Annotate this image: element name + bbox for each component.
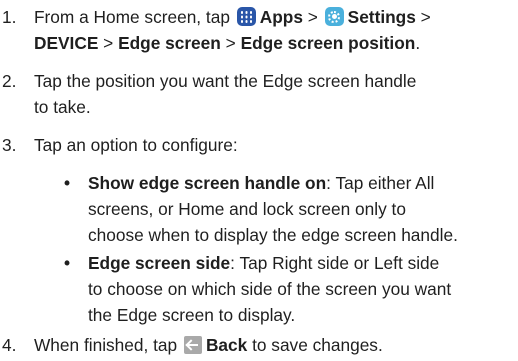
bullet-line-1: Edge screen side: Tap Right side or Left… [88, 250, 516, 276]
bullet-marker: • [64, 253, 71, 273]
step-1-line-1: From a Home screen, tap Apps > Settings … [34, 4, 516, 30]
step-3-text: Tap an option to configure: [34, 135, 238, 155]
step-4-prefix: When finished, tap [34, 335, 178, 355]
settings-gear-icon [324, 7, 344, 26]
step-2-text: Tap the position you want the Edge scree… [34, 68, 516, 120]
step-4-text: When finished, tap Back to save changes. [34, 332, 516, 358]
apps-label: Apps [259, 7, 303, 27]
bullet-line-2: screens, or Home and lock screen only to [88, 199, 406, 219]
separator: > [420, 7, 431, 27]
bullet-term: Show edge screen handle on [88, 173, 327, 193]
step-number: 3. [2, 135, 17, 155]
bullet-line-3: choose when to display the edge screen h… [88, 225, 458, 245]
bullet-marker: • [64, 173, 71, 193]
separator: > [103, 33, 114, 53]
back-arrow-icon [183, 336, 202, 354]
step-1-prefix: From a Home screen, tap [34, 7, 230, 27]
bullet-term: Edge screen side [88, 253, 231, 273]
edge-screen-label: Edge screen [118, 33, 221, 53]
step-number: 2. [2, 71, 17, 91]
back-label: Back [205, 335, 248, 355]
apps-grid-icon [236, 7, 256, 26]
bullet-rest: : Tap either All [326, 173, 435, 193]
edge-screen-position-label: Edge screen position [240, 33, 416, 53]
step-4-suffix: to save changes. [252, 335, 383, 355]
step-1-text: From a Home screen, tap Apps > Settings … [34, 4, 516, 56]
step-number: 4. [2, 335, 17, 355]
step-number: 1. [2, 7, 17, 27]
step-1-line-2: DEVICE > Edge screen > Edge screen posit… [34, 30, 516, 56]
bullet-line-2: to choose on which side of the screen yo… [88, 279, 452, 299]
bullet-text: Edge screen side: Tap Right side or Left… [88, 250, 516, 328]
bullet-rest: : Tap Right side or Left side [230, 253, 440, 273]
separator: > [307, 7, 318, 27]
instruction-document: 1. From a Home screen, tap Apps > Settin… [0, 0, 518, 361]
bullet-text: Show edge screen handle on: Tap either A… [88, 170, 516, 248]
bullet-line-1: Show edge screen handle on: Tap either A… [88, 170, 516, 196]
device-label: DEVICE [34, 33, 99, 53]
step-1-period: . [415, 33, 421, 53]
step-2-line-1: Tap the position you want the Edge scree… [34, 71, 417, 91]
bullet-line-3: the Edge screen to display. [88, 305, 296, 325]
separator: > [225, 33, 236, 53]
step-2-line-2: to take. [34, 97, 91, 117]
settings-label: Settings [347, 7, 416, 27]
